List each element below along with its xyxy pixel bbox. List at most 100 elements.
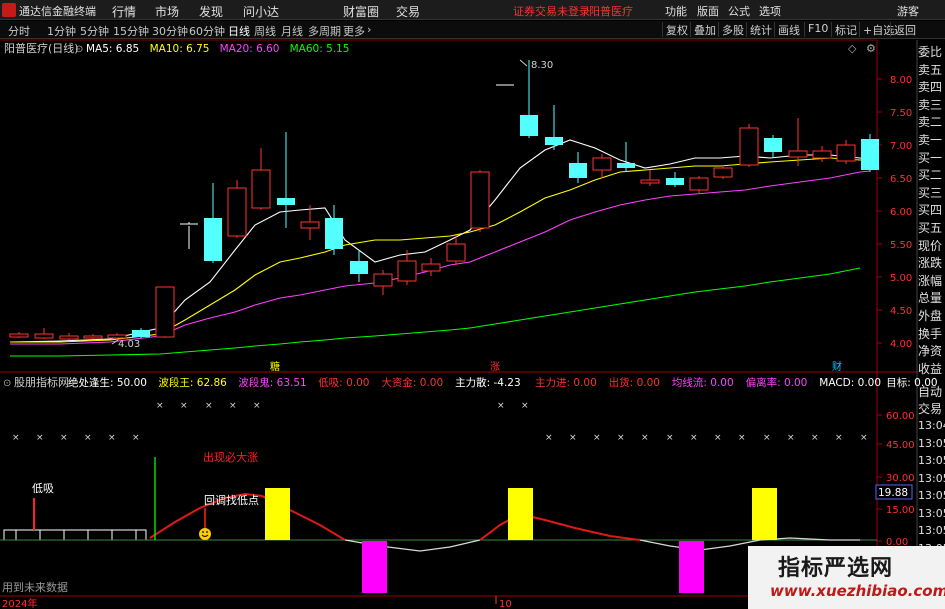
stair-ticks bbox=[15, 530, 137, 540]
quote-row-label: 涨幅 bbox=[918, 273, 943, 288]
quote-row-label: 买一 bbox=[918, 150, 943, 165]
ma-legend: MA5: 6.85 MA10: 6.75 MA20: 6.60 MA60: 5.15 bbox=[86, 43, 349, 55]
tick-time: 13:05 bbox=[918, 524, 945, 537]
ma-lines bbox=[9, 139, 871, 357]
event-marker-3[interactable]: 财 bbox=[832, 360, 842, 373]
candle-up bbox=[713, 167, 733, 178]
candle-down bbox=[520, 115, 538, 136]
tick-time: 13:05 bbox=[918, 436, 945, 450]
candles bbox=[9, 60, 879, 340]
candle-up bbox=[739, 127, 759, 166]
x-mark: × bbox=[545, 433, 553, 443]
candle-down bbox=[617, 163, 635, 168]
indicator-title: 股朋指标网 bbox=[14, 375, 69, 389]
indicator-settings-icon[interactable]: ⊙ bbox=[3, 378, 11, 389]
yellow-signal-bar-2 bbox=[508, 488, 533, 540]
tick-time: 13:05 bbox=[918, 506, 945, 520]
indicator-legend-4: 大资金: 0.00 bbox=[381, 376, 443, 389]
indicator-legend-3: 低吸: 0.00 bbox=[318, 376, 369, 389]
chevron-down-icon[interactable]: ⊙ bbox=[75, 44, 83, 55]
event-marker-2[interactable]: 涨 bbox=[490, 361, 500, 373]
low-buy-label: 低吸 bbox=[32, 482, 54, 495]
indicator-legend-8: 均线流: 0.00 bbox=[672, 376, 734, 389]
indicator-legend-1: 波段王: 62.86 bbox=[158, 376, 227, 389]
quote-row-label: 买五 bbox=[918, 221, 943, 235]
red-signal-curve-2 bbox=[479, 512, 641, 541]
candle-up bbox=[689, 177, 709, 191]
candle-up bbox=[812, 150, 832, 159]
signal-x-marks: × × × × × × × × × × × × × × × × × × × × × × × × × × × bbox=[12, 401, 868, 443]
candle-up bbox=[251, 169, 271, 209]
yellow-signal-bar-3 bbox=[752, 488, 777, 540]
x-mark: × bbox=[156, 401, 164, 411]
stair-baseline bbox=[3, 529, 147, 540]
indicator-legend-2: 波段鬼: 63.51 bbox=[238, 376, 306, 389]
low-label: 4.03 bbox=[118, 339, 140, 350]
x-mark: × bbox=[593, 433, 601, 443]
yellow-signal-bar-1 bbox=[265, 488, 290, 540]
x-mark: × bbox=[787, 433, 795, 443]
candle-down bbox=[861, 139, 879, 170]
x-mark: × bbox=[811, 433, 819, 443]
ma-line-0 bbox=[9, 139, 871, 343]
ma-line-2 bbox=[10, 170, 871, 345]
candle-up bbox=[397, 260, 417, 282]
price-tick-label: 6.50 bbox=[890, 174, 912, 185]
value-box: 19.88 bbox=[878, 487, 908, 499]
future-data-note: 用到未来数据 bbox=[2, 580, 68, 594]
indicator-tick-label: 15.00 bbox=[886, 505, 915, 516]
ma-legend-2: MA20: 6.60 bbox=[220, 43, 280, 55]
indicator-legend-0: 绝处逢生: 50.00 bbox=[68, 376, 147, 389]
x-mark: × bbox=[690, 433, 698, 443]
candle-down bbox=[204, 218, 222, 261]
price-tick-label: 5.00 bbox=[890, 273, 912, 284]
auto-trade-label[interactable]: 交易 bbox=[918, 401, 945, 417]
smiley-eye-right bbox=[206, 531, 208, 533]
quote-row-label: 买四 bbox=[918, 203, 943, 218]
candle-up bbox=[421, 263, 441, 272]
smiley-eye-left bbox=[202, 531, 204, 533]
ma-line-1 bbox=[10, 157, 870, 343]
quote-row-label: 卖四 bbox=[918, 80, 943, 95]
gear-icon[interactable]: ⚙ bbox=[866, 42, 876, 55]
candle-up bbox=[373, 273, 393, 287]
candle-up bbox=[300, 221, 320, 229]
pullback-label: 回调找低点 bbox=[204, 493, 259, 507]
x-mark: × bbox=[835, 433, 843, 443]
x-mark: × bbox=[521, 401, 529, 411]
candle-up bbox=[470, 171, 490, 229]
candle-up bbox=[34, 333, 54, 339]
quote-row-label: 总量 bbox=[918, 291, 943, 306]
quote-row-label: 买三 bbox=[918, 185, 943, 200]
candle-up bbox=[227, 187, 247, 237]
x-mark: × bbox=[253, 401, 261, 411]
price-tick-label: 7.00 bbox=[890, 141, 912, 152]
magenta-signal-bar-1 bbox=[362, 541, 387, 593]
diamond-icon[interactable]: ◇ bbox=[848, 42, 857, 55]
x-mark: × bbox=[132, 433, 140, 443]
candle-up bbox=[59, 335, 79, 340]
price-tick-label: 8.00 bbox=[890, 75, 912, 86]
must-rise-label: 出现必大涨 bbox=[203, 450, 258, 464]
x-mark: × bbox=[108, 433, 116, 443]
event-marker-1[interactable]: 糖 bbox=[270, 360, 280, 373]
x-mark: × bbox=[36, 433, 44, 443]
x-mark: × bbox=[666, 433, 674, 443]
candle-up bbox=[640, 179, 660, 184]
auto-trade-label[interactable]: 自动 bbox=[918, 384, 945, 400]
tick-time: 13:05 bbox=[918, 471, 945, 485]
quote-row-label: 现价 bbox=[918, 238, 943, 253]
quote-row-label: 卖一 bbox=[918, 133, 943, 147]
kline-chart[interactable]: 阳普医疗(日线) ⊙ MA5: 6.85 MA10: 6.75 MA20: 6.60… bbox=[0, 0, 945, 609]
candle-down bbox=[350, 261, 368, 274]
x-mark: × bbox=[205, 401, 213, 411]
candle-down bbox=[277, 198, 295, 205]
indicator-legend-5: 主力散: -4.23 bbox=[455, 376, 521, 389]
candle-up bbox=[592, 157, 612, 171]
quote-row-label: 换手 bbox=[918, 326, 943, 341]
chart-title: 阳普医疗(日线) bbox=[4, 41, 79, 55]
quote-row-label: 卖二 bbox=[918, 115, 943, 130]
x-mark: × bbox=[714, 433, 722, 443]
quote-row-label: 卖五 bbox=[918, 62, 943, 77]
magenta-signal-bar-2 bbox=[679, 541, 704, 593]
